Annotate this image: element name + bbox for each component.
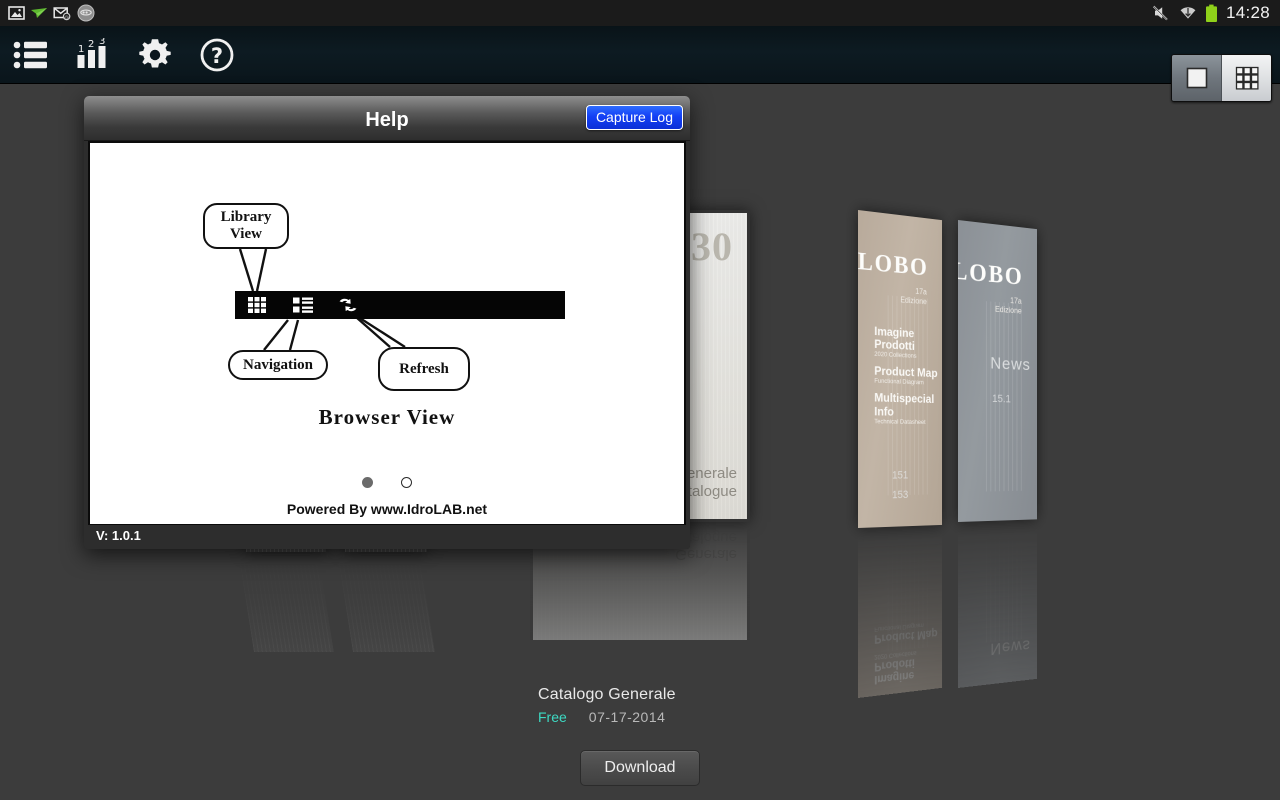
svg-text:1: 1 [78,44,84,55]
catalog-meta: Catalogo Generale Free 07-17-2014 [538,686,858,725]
mute-icon [1152,5,1168,21]
help-diagram: Library View Navigation Refresh Browser … [90,143,684,524]
capture-log-button[interactable]: Capture Log [585,105,683,130]
navigation-list-icon [293,297,313,313]
catalog-date: 07-17-2014 [588,709,666,725]
help-dialog: Help Capture Log Library View Navigation… [84,96,690,549]
globo-subtitle-a: 17a Edizione [900,286,927,307]
mock-toolbar [235,291,565,319]
app-icon [77,4,95,22]
settings-gear-icon[interactable] [130,30,180,80]
grid-view-button[interactable] [1222,55,1271,101]
catalog-price: Free [538,709,567,725]
pager-dot-2[interactable] [401,477,412,488]
powered-by-label: Powered By www.IdroLAB.net [286,501,488,517]
catalog-cover-globo-b[interactable]: GLOBO 17a Edizione News 15.1 News [958,220,1038,688]
help-dialog-footer: V: 1.0.1 [84,525,690,549]
globo-reflection-a: Imagine Prodotti 2020 Collections Produc… [874,621,938,688]
navigation-callout: Navigation [228,350,328,380]
help-question-icon[interactable]: ? [192,30,242,80]
help-pager-dots[interactable] [90,477,684,488]
svg-text:?: ? [211,44,223,68]
catalog-title: Catalogo Generale [538,686,676,703]
cover-number: 30 [691,224,733,269]
globo-version-b: 15.1 [992,393,1011,406]
screen-root: @ 14:28 1 2 3 ? 30 Generale Catalogue Ge… [0,0,1280,800]
svg-text:@: @ [64,14,69,20]
status-bar-notifications: @ [0,4,96,22]
status-bar-system-icons: 14:28 [1151,3,1280,23]
airdroid-icon [31,8,47,18]
version-label: V: 1.0.1 [96,528,141,543]
help-dialog-titlebar: Help Capture Log [84,96,690,141]
globo-code-a-1: 151 [892,469,909,482]
catalog-cover-globo-a[interactable]: GLOBO 17a Edizione Imagine Prodotti 2020… [858,210,943,698]
svg-text:2: 2 [88,39,94,50]
single-view-button[interactable] [1172,55,1221,101]
email-icon: @ [53,7,71,20]
globo-brand-b: GLOBO [958,255,1024,291]
statistics-icon[interactable]: 1 2 3 [68,30,118,80]
grid-icon [248,297,266,313]
library-view-callout: Library View [203,203,289,249]
android-status-bar: @ 14:28 [0,0,1280,26]
globo-news-reflection: News [990,636,1031,659]
download-button[interactable]: Download [580,750,700,786]
screenshot-icon [8,6,25,20]
battery-icon [1205,4,1217,22]
list-icon[interactable] [6,30,56,80]
wifi-icon [1180,7,1196,19]
refresh-callout: Refresh [378,347,470,391]
refresh-icon [339,298,357,312]
globo-brand-a: GLOBO [858,245,929,282]
globo-feature-list-a: Imagine Prodotti 2020 Collections Produc… [874,323,938,426]
action-bar-icon-group: 1 2 3 ? [6,26,242,84]
globo-code-a-2: 153 [892,489,909,502]
pager-dot-1[interactable] [362,477,373,488]
app-action-bar: 1 2 3 ? [0,26,1280,102]
globo-news-label: News [990,353,1031,374]
help-dialog-content: Library View Navigation Refresh Browser … [88,141,686,526]
callout-leader-lines [238,248,406,351]
browser-view-heading: Browser View [318,405,456,429]
globo-subtitle-b: 17a Edizione [995,296,1022,316]
view-mode-toggle[interactable] [1171,54,1272,102]
svg-text:3: 3 [99,38,105,47]
status-bar-clock: 14:28 [1225,3,1270,22]
